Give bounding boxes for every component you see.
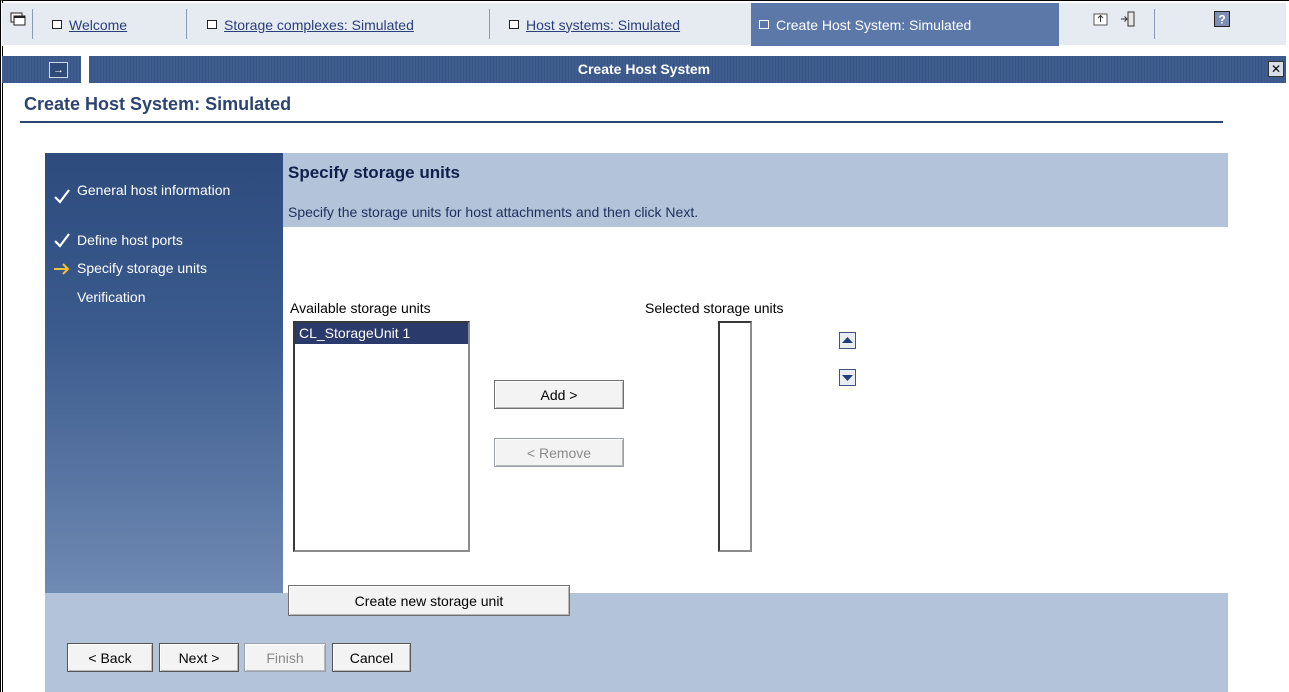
- tab-storage-complexes[interactable]: Storage complexes: Simulated: [207, 3, 414, 46]
- windows-icon[interactable]: [10, 12, 26, 26]
- create-new-storage-unit-button[interactable]: Create new storage unit: [288, 585, 570, 616]
- wizard-step-verification: Verification: [77, 289, 146, 305]
- move-up-icon: [842, 337, 853, 343]
- tab-label: Welcome: [69, 16, 128, 33]
- finish-button[interactable]: Finish: [244, 643, 326, 672]
- help-icon[interactable]: ?: [1214, 11, 1230, 27]
- portlet-title-bar: → Create Host System ✕: [2, 56, 1286, 83]
- tab-host-systems[interactable]: Host systems: Simulated: [509, 3, 680, 46]
- move-down-icon: [842, 375, 853, 381]
- check-icon: [54, 189, 70, 204]
- tab-box-icon: [207, 20, 217, 29]
- close-icon[interactable]: ✕: [1268, 61, 1284, 77]
- wizard-panel: General host information Define host por…: [45, 153, 1228, 692]
- wizard-step-define-host-ports[interactable]: Define host ports: [77, 230, 183, 250]
- available-units-label: Available storage units: [290, 300, 431, 316]
- check-icon: [54, 233, 70, 248]
- page-title: Create Host System: Simulated: [24, 94, 292, 114]
- selected-units-list[interactable]: [718, 321, 752, 552]
- tab-welcome[interactable]: Welcome: [52, 3, 127, 46]
- export-icon[interactable]: [1093, 11, 1109, 27]
- wizard-step-general-host[interactable]: General host information: [77, 180, 267, 200]
- back-button[interactable]: < Back: [67, 643, 153, 672]
- cancel-button[interactable]: Cancel: [332, 643, 411, 672]
- title-divider: [20, 121, 1223, 123]
- tab-bar: Welcome Storage complexes: Simulated Hos…: [2, 3, 1286, 46]
- next-button[interactable]: Next >: [159, 643, 239, 672]
- logout-icon[interactable]: [1120, 11, 1136, 27]
- remove-button[interactable]: < Remove: [494, 438, 624, 467]
- wizard-steps-nav: General host information Define host por…: [45, 153, 283, 593]
- selected-units-label: Selected storage units: [645, 300, 784, 316]
- move-up-button[interactable]: [839, 332, 856, 349]
- svg-text:?: ?: [1218, 13, 1225, 27]
- tab-box-icon: [759, 20, 769, 29]
- arrow-right-icon: [54, 263, 70, 275]
- tab-box-icon: [509, 20, 519, 29]
- tab-label: Storage complexes: Simulated: [224, 16, 414, 33]
- list-item[interactable]: CL_StorageUnit 1: [295, 323, 468, 344]
- add-button[interactable]: Add >: [494, 380, 624, 409]
- tab-create-host-system[interactable]: Create Host System: Simulated: [751, 3, 1059, 46]
- tab-label: Create Host System: Simulated: [776, 16, 972, 33]
- wizard-step-specify-storage-units[interactable]: Specify storage units: [77, 258, 207, 278]
- portlet-title: Create Host System: [577, 61, 711, 77]
- tab-label: Host systems: Simulated: [526, 16, 681, 33]
- available-units-list[interactable]: CL_StorageUnit 1: [293, 321, 470, 552]
- move-down-button[interactable]: [839, 369, 856, 386]
- tab-box-icon: [52, 20, 62, 29]
- storage-units-form: Available storage units Selected storage…: [283, 153, 1228, 616]
